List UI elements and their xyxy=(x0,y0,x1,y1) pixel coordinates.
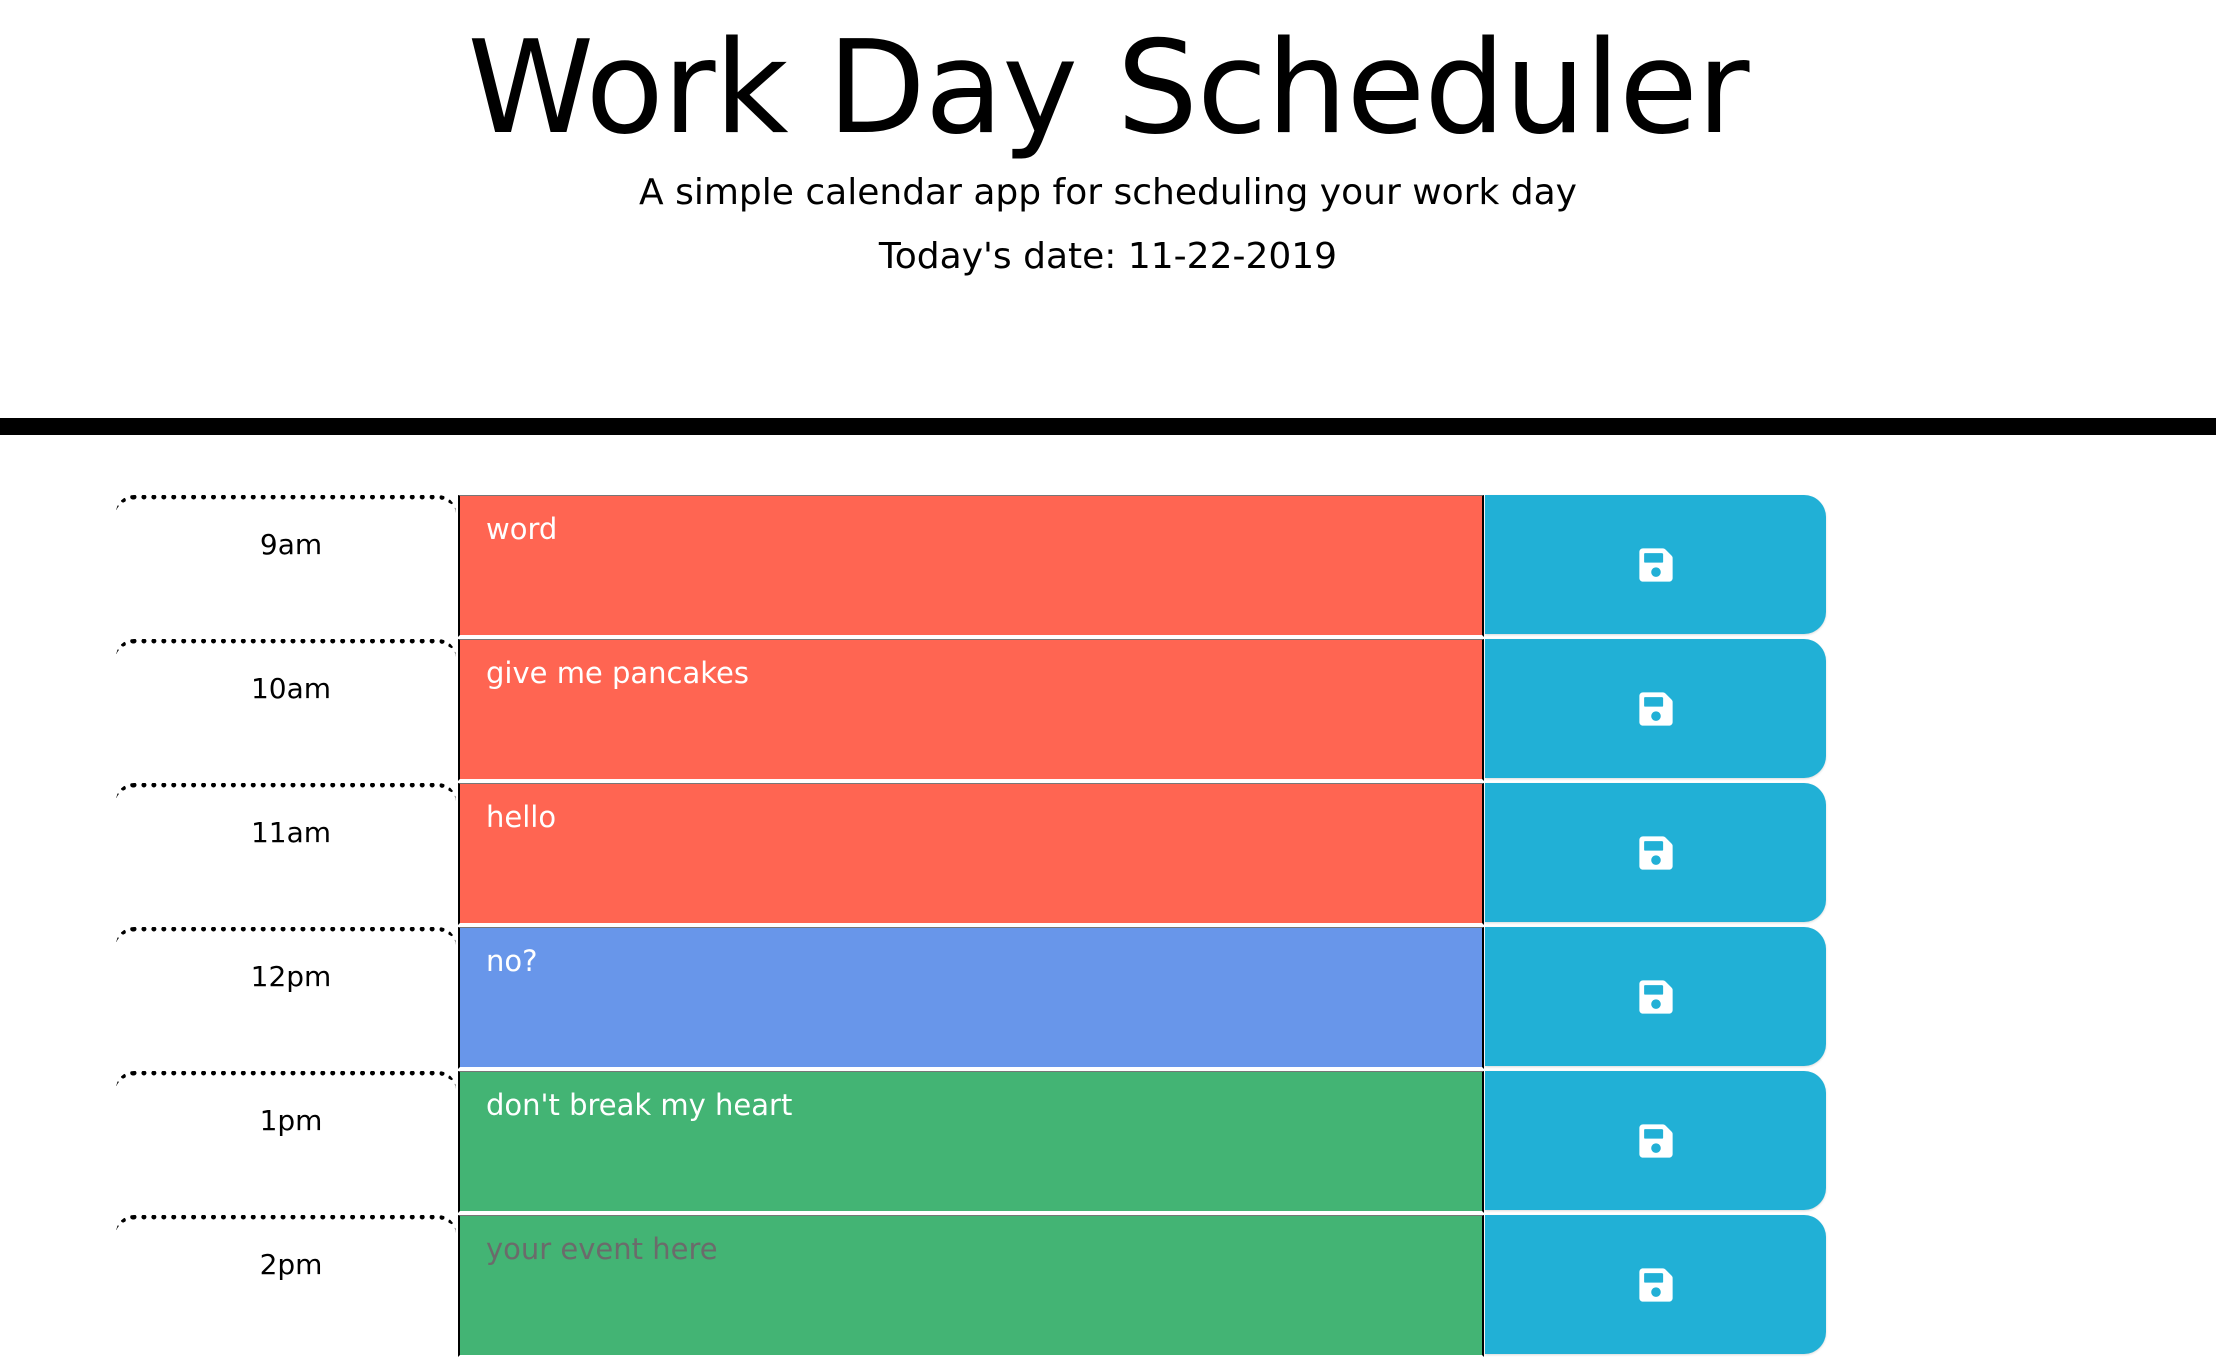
hour-label: 11am xyxy=(116,783,456,925)
save-button[interactable] xyxy=(1485,639,1826,778)
hour-label: 12pm xyxy=(116,927,456,1069)
time-block-row: 12pm no? xyxy=(116,927,1826,1071)
event-input[interactable]: don't break my heart xyxy=(458,1071,1484,1213)
hour-label: 9am xyxy=(116,495,456,637)
save-button[interactable] xyxy=(1485,927,1826,1066)
event-input[interactable]: word xyxy=(458,495,1484,637)
time-block-row: 9am word xyxy=(116,495,1826,639)
floppy-disk-icon xyxy=(1638,979,1673,1014)
hour-label: 10am xyxy=(116,639,456,781)
hour-label: 1pm xyxy=(116,1071,456,1213)
time-block-row: 1pm don't break my heart xyxy=(116,1071,1826,1215)
page-subtitle: A simple calendar app for scheduling you… xyxy=(639,172,1577,213)
floppy-disk-icon xyxy=(1638,1267,1673,1302)
floppy-disk-icon xyxy=(1638,547,1673,582)
time-block-row: 2pm xyxy=(116,1215,1826,1359)
floppy-disk-icon xyxy=(1638,1123,1673,1158)
event-input[interactable]: no? xyxy=(458,927,1484,1069)
page-title: Work Day Scheduler xyxy=(467,14,1749,163)
floppy-disk-icon xyxy=(1638,835,1673,870)
save-button[interactable] xyxy=(1485,783,1826,922)
event-input[interactable] xyxy=(458,1215,1484,1357)
save-button[interactable] xyxy=(1485,1071,1826,1210)
floppy-disk-icon xyxy=(1638,691,1673,726)
save-button[interactable] xyxy=(1485,495,1826,634)
time-block-row: 10am give me pancakes xyxy=(116,639,1826,783)
event-input[interactable]: give me pancakes xyxy=(458,639,1484,781)
schedule: 9am word 10am give me pancakes 11am hell… xyxy=(116,495,1826,1359)
header: Work Day Scheduler A simple calendar app… xyxy=(0,0,2216,435)
current-date: Today's date: 11-22-2019 xyxy=(878,236,1338,277)
save-button[interactable] xyxy=(1485,1215,1826,1354)
hour-label: 2pm xyxy=(116,1215,456,1357)
event-input[interactable]: hello xyxy=(458,783,1484,925)
time-block-row: 11am hello xyxy=(116,783,1826,927)
